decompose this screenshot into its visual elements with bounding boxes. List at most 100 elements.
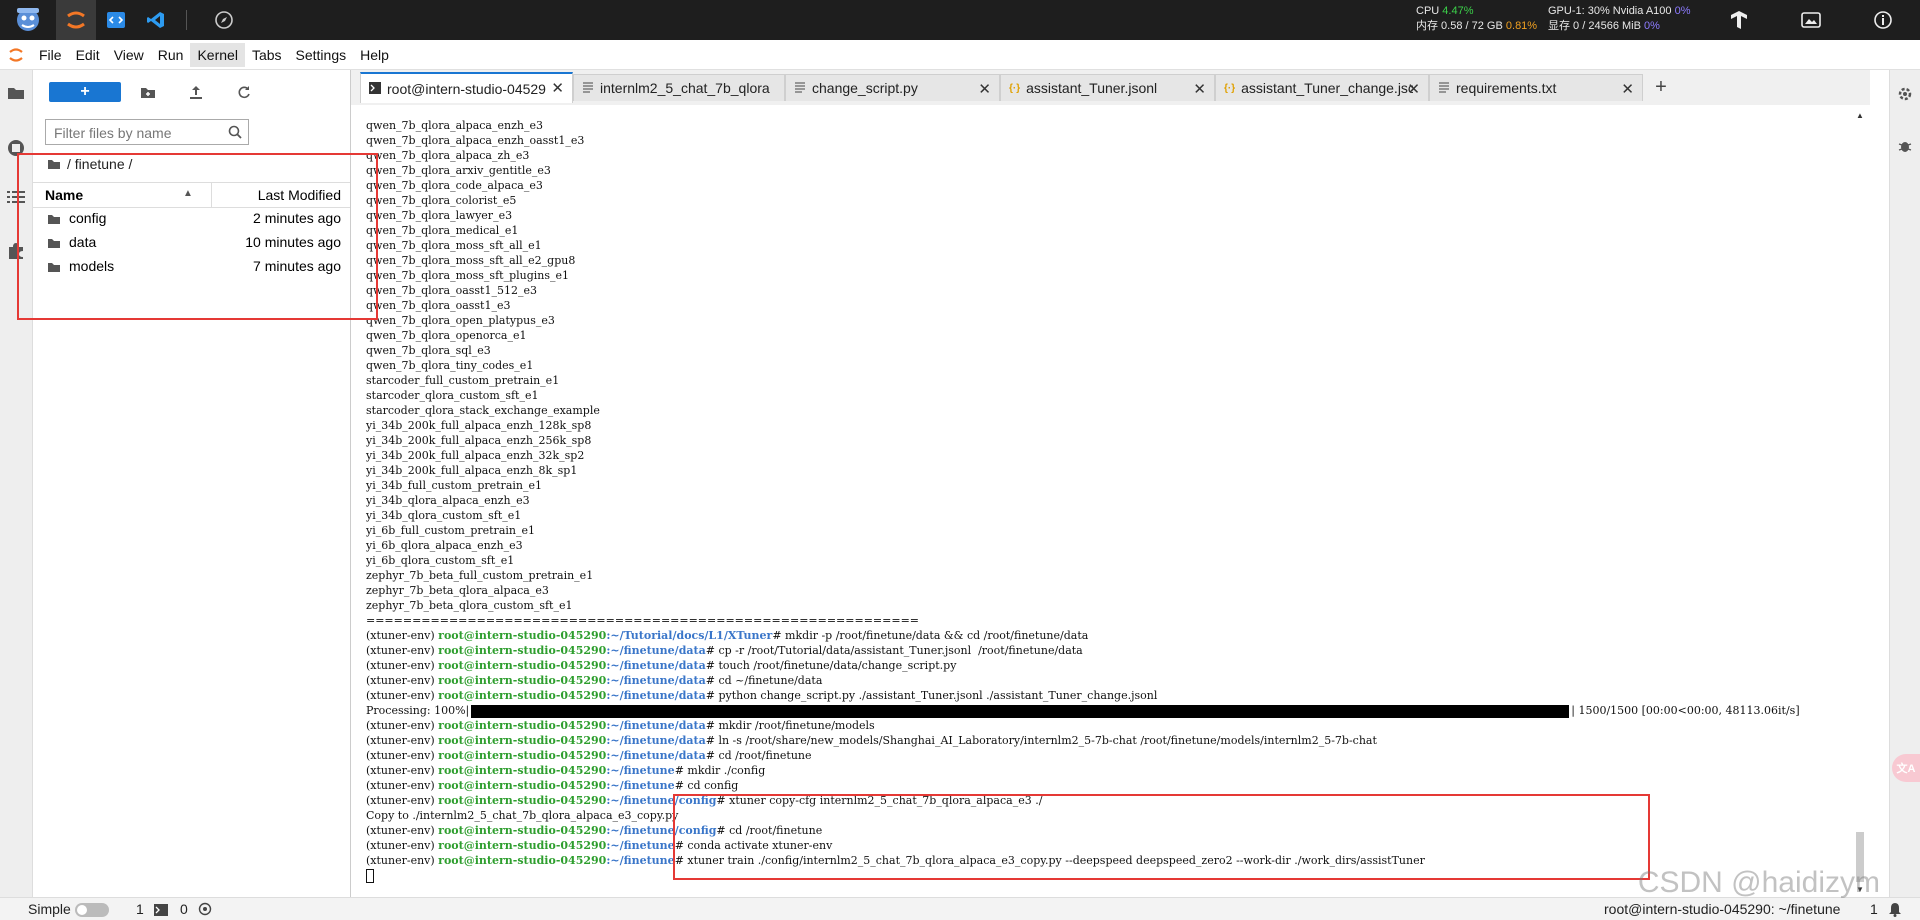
close-icon[interactable]: ✕ (1621, 80, 1634, 98)
terminal-small-icon (154, 903, 168, 919)
jupyter-icon[interactable] (56, 0, 96, 40)
terminal-list-line: qwen_7b_qlora_alpaca_enzh_oasst1_e3 (366, 134, 585, 147)
terminal-list-line: yi_6b_qlora_custom_sft_e1 (366, 554, 515, 567)
tab-assistant-tuner-change[interactable]: {·} assistant_Tuner_change.jsonl ✕ (1215, 74, 1429, 101)
terminal-command-line: (xtuner-env) root@intern-studio-045290:~… (366, 689, 1158, 702)
terminal-list-line: qwen_7b_qlora_tiny_codes_e1 (366, 359, 534, 372)
tab-change-script[interactable]: change_script.py ✕ (785, 74, 1000, 101)
terminal-command-line: (xtuner-env) root@intern-studio-045290:~… (366, 629, 1089, 642)
status-count: 1 (1870, 901, 1878, 917)
translate-icon[interactable]: 文A (1892, 754, 1920, 782)
vscode-icon[interactable] (140, 0, 172, 40)
menu-edit[interactable]: Edit (69, 43, 107, 67)
menu-file[interactable]: File (32, 43, 69, 67)
terminal-list-line: yi_34b_qlora_alpaca_enzh_e3 (366, 494, 530, 507)
property-inspector-icon[interactable] (1897, 86, 1913, 107)
new-launcher-button[interactable]: + (49, 82, 121, 102)
terminal-list-line: qwen_7b_qlora_alpaca_enzh_e3 (366, 119, 543, 132)
annotation-box-file-browser (17, 153, 378, 320)
close-icon[interactable]: ✕ (1407, 80, 1420, 98)
terminal-list-line: yi_34b_200k_full_alpaca_enzh_256k_sp8 (366, 434, 592, 447)
simple-mode-toggle[interactable] (75, 903, 109, 917)
terminal-list-line: yi_34b_qlora_custom_sft_e1 (366, 509, 522, 522)
tensorflow-icon[interactable] (1724, 0, 1754, 40)
file-icon (582, 80, 594, 96)
terminal-command-line: (xtuner-env) root@intern-studio-045290:~… (366, 644, 1083, 657)
terminal-list-line: starcoder_qlora_custom_sft_e1 (366, 389, 539, 402)
terminal-command-line: (xtuner-env) root@intern-studio-045290:~… (366, 749, 812, 762)
top-bar: CPU 4.47% 内存 0.58 / 72 GB 0.81% GPU-1: 3… (0, 0, 1920, 40)
tab-requirements[interactable]: requirements.txt ✕ (1429, 74, 1643, 101)
menu-settings[interactable]: Settings (289, 43, 354, 67)
menu-help[interactable]: Help (353, 43, 396, 67)
new-folder-icon[interactable] (137, 82, 159, 102)
terminal-command-line: (xtuner-env) root@intern-studio-045290:~… (366, 764, 766, 777)
right-sidebar: 文A (1889, 70, 1920, 897)
terminal-scrollbar[interactable]: ▲ ▼ (1854, 107, 1866, 895)
terminal-list-line: qwen_7b_qlora_sql_e3 (366, 344, 491, 357)
debugger-icon[interactable] (1897, 138, 1913, 159)
compass-icon[interactable] (210, 0, 238, 40)
terminal-list-line: qwen_7b_qlora_code_alpaca_e3 (366, 179, 543, 192)
vram-value: 0% (1644, 20, 1660, 32)
close-icon[interactable]: ✕ (978, 80, 991, 98)
add-tab-button[interactable]: + (1650, 76, 1672, 98)
kernel-count[interactable]: 0 (180, 901, 188, 917)
tab-terminal[interactable]: root@intern-studio-04529 ✕ (360, 72, 573, 103)
close-icon[interactable]: ✕ (551, 79, 564, 97)
terminal-list-line: yi_34b_200k_full_alpaca_enzh_32k_sp2 (366, 449, 585, 462)
terminal-list-line: qwen_7b_qlora_oasst1_512_e3 (366, 284, 537, 297)
file-icon (794, 80, 806, 96)
terminal-list-line: qwen_7b_qlora_colorist_e5 (366, 194, 517, 207)
cursor (366, 869, 374, 883)
terminal-output: qwen_7b_qlora_alpaca_enzh_e3 qwen_7b_qlor… (366, 118, 1800, 883)
tab-assistant-tuner[interactable]: {·} assistant_Tuner.jsonl ✕ (1000, 74, 1215, 101)
terminal-command-line: (xtuner-env) root@intern-studio-045290:~… (366, 674, 823, 687)
simple-mode-label: Simple (28, 901, 71, 917)
mem-value: 0.81% (1505, 20, 1538, 32)
logo-icon[interactable] (6, 0, 50, 40)
terminal-list-line: starcoder_qlora_stack_exchange_example (366, 404, 600, 417)
tab-internlm-config[interactable]: internlm2_5_chat_7b_qlora (573, 74, 785, 101)
terminal-list-line: qwen_7b_qlora_lawyer_e3 (366, 209, 513, 222)
code-server-icon[interactable] (100, 0, 132, 40)
terminal-list-line: starcoder_full_custom_pretrain_e1 (366, 374, 560, 387)
terminal[interactable]: qwen_7b_qlora_alpaca_enzh_e3 qwen_7b_qlor… (351, 105, 1870, 897)
terminal-list-line: qwen_7b_qlora_open_platypus_e3 (366, 314, 555, 327)
file-filter-input[interactable]: Filter files by name (45, 119, 249, 145)
image-icon[interactable] (1796, 0, 1826, 40)
upload-icon[interactable] (185, 82, 207, 102)
terminal-list-line: qwen_7b_qlora_oasst1_e3 (366, 299, 511, 312)
resource-stats: CPU 4.47% 内存 0.58 / 72 GB 0.81% (1416, 5, 1538, 32)
tab-bar: root@intern-studio-04529 ✕ internlm2_5_c… (351, 70, 1870, 105)
terminal-command-line: (xtuner-env) root@intern-studio-045290:~… (366, 734, 1377, 747)
info-icon[interactable] (1868, 0, 1898, 40)
menu-run[interactable]: Run (151, 43, 191, 67)
status-bar: Simple 1 0 root@intern-studio-045290: ~/… (0, 897, 1920, 920)
terminal-icon (369, 81, 381, 97)
terminal-command-line: (xtuner-env) root@intern-studio-045290:~… (366, 779, 739, 792)
progress-bar (471, 704, 1570, 718)
json-icon: {·} (1009, 82, 1021, 94)
menu-tabs[interactable]: Tabs (245, 43, 289, 67)
menu-view[interactable]: View (107, 43, 151, 67)
refresh-icon[interactable] (233, 82, 255, 102)
terminal-list-line: yi_34b_full_custom_pretrain_e1 (366, 479, 542, 492)
terminal-list-line: yi_6b_qlora_alpaca_enzh_e3 (366, 539, 523, 552)
close-icon[interactable]: ✕ (1193, 80, 1206, 98)
terminal-command-line: (xtuner-env) root@intern-studio-045290:~… (366, 719, 875, 732)
terminal-count[interactable]: 1 (136, 901, 144, 917)
folder-icon[interactable] (7, 86, 25, 105)
gpu-value: 0% (1674, 5, 1691, 17)
annotation-box-commands (673, 794, 1650, 880)
terminal-list-line: zephyr_7b_beta_qlora_custom_sft_e1 (366, 599, 573, 612)
terminal-list-line: yi_34b_200k_full_alpaca_enzh_128k_sp8 (366, 419, 592, 432)
terminal-status-text: root@intern-studio-045290: ~/finetune (1604, 901, 1841, 917)
bell-icon[interactable] (1888, 902, 1902, 920)
menu-kernel[interactable]: Kernel (190, 42, 245, 67)
gpu-stats: GPU-1: 30% Nvidia A100 0% 显存 0 / 24566 M… (1548, 5, 1691, 32)
terminal-list-line: qwen_7b_qlora_openorca_e1 (366, 329, 527, 342)
file-icon (1438, 80, 1450, 96)
progress-line: Processing: 100%| | 1500/1500 [00:00<00:0… (366, 704, 1800, 718)
menu-bar: File Edit View Run Kernel Tabs Settings … (0, 40, 1920, 70)
